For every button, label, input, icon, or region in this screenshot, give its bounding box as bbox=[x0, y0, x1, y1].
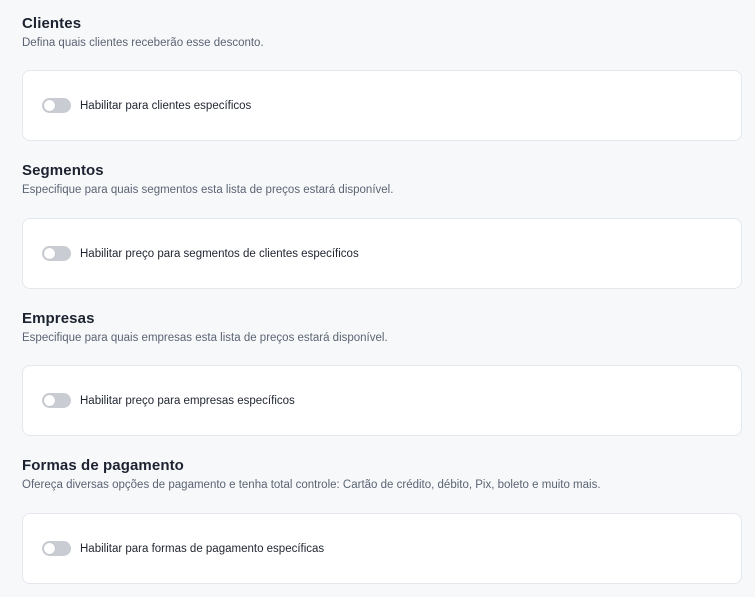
section-segmentos: Segmentos Especifique para quais segment… bbox=[22, 162, 742, 289]
section-formas-de-pagamento: Formas de pagamento Ofereça diversas opç… bbox=[22, 457, 742, 584]
settings-page: Clientes Defina quais clientes receberão… bbox=[0, 0, 755, 597]
clientes-card: Habilitar para clientes específicos bbox=[22, 70, 742, 141]
toggle-knob bbox=[44, 543, 55, 554]
toggle-knob bbox=[44, 248, 55, 259]
pagamento-toggle[interactable] bbox=[42, 541, 71, 556]
section-description: Defina quais clientes receberão esse des… bbox=[22, 37, 264, 49]
empresas-toggle-label: Habilitar preço para empresas específico… bbox=[80, 394, 295, 407]
section-title: Empresas bbox=[22, 310, 95, 327]
pagamento-card: Habilitar para formas de pagamento espec… bbox=[22, 513, 742, 584]
section-empresas: Empresas Especifique para quais empresas… bbox=[22, 310, 742, 436]
toggle-knob bbox=[44, 395, 55, 406]
toggle-knob bbox=[44, 100, 55, 111]
segmentos-card: Habilitar preço para segmentos de client… bbox=[22, 218, 742, 289]
empresas-card: Habilitar preço para empresas específico… bbox=[22, 365, 742, 436]
segmentos-toggle[interactable] bbox=[42, 246, 71, 261]
section-description: Especifique para quais segmentos esta li… bbox=[22, 184, 394, 196]
section-clientes: Clientes Defina quais clientes receberão… bbox=[22, 15, 742, 141]
section-title: Segmentos bbox=[22, 162, 104, 179]
section-title: Clientes bbox=[22, 15, 82, 32]
section-description: Ofereça diversas opções de pagamento e t… bbox=[22, 479, 601, 491]
clientes-toggle-label: Habilitar para clientes específicos bbox=[80, 99, 252, 112]
pagamento-toggle-label: Habilitar para formas de pagamento espec… bbox=[80, 542, 325, 555]
segmentos-toggle-label: Habilitar preço para segmentos de client… bbox=[80, 247, 359, 260]
section-description: Especifique para quais empresas esta lis… bbox=[22, 332, 388, 344]
section-title: Formas de pagamento bbox=[22, 457, 184, 474]
empresas-toggle[interactable] bbox=[42, 393, 71, 408]
clientes-toggle[interactable] bbox=[42, 98, 71, 113]
